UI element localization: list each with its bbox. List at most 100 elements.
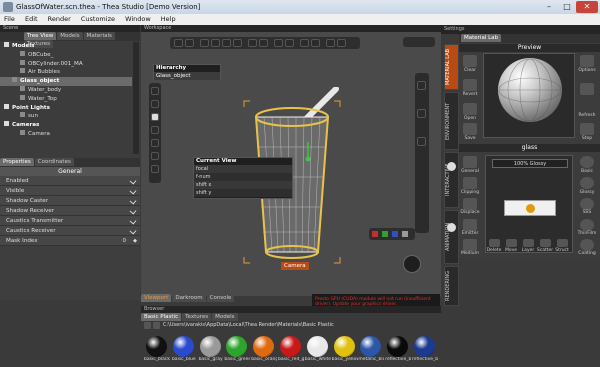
general-section-header[interactable]: General <box>0 167 140 176</box>
interactive-icon[interactable] <box>447 162 456 171</box>
checkbox-icon[interactable] <box>129 197 137 205</box>
material-swatch[interactable] <box>306 336 328 357</box>
expand-arrow-icon[interactable] <box>4 121 9 127</box>
glossy-layer[interactable]: 100% Glossy <box>492 159 568 168</box>
y-axis-icon[interactable] <box>382 231 388 237</box>
tree-item[interactable]: Water_Top <box>0 94 132 104</box>
fit-icon[interactable] <box>151 152 159 160</box>
material-preview[interactable] <box>483 53 575 138</box>
tree-item[interactable]: OBCube_ <box>0 50 132 60</box>
grid-icon[interactable] <box>259 39 268 47</box>
camera-view-icon[interactable] <box>274 39 283 47</box>
zoom-icon[interactable] <box>151 126 159 134</box>
tab-viewport[interactable]: Viewport <box>141 294 172 302</box>
rotate-gizmo-icon[interactable] <box>417 109 426 118</box>
tab-console[interactable]: Console <box>206 294 235 302</box>
menu-render[interactable]: Render <box>44 15 75 23</box>
menu-file[interactable]: File <box>0 15 19 23</box>
expand-arrow-icon[interactable] <box>4 42 9 47</box>
frame-icon[interactable] <box>151 139 159 147</box>
light-icon[interactable] <box>285 39 294 47</box>
layer-slot[interactable] <box>504 200 556 216</box>
displace-icon[interactable] <box>463 198 477 210</box>
thinfilm-icon[interactable] <box>580 219 594 231</box>
tree-item[interactable]: sun <box>0 112 132 121</box>
back-icon[interactable] <box>144 322 151 329</box>
folder-icon[interactable] <box>153 322 160 329</box>
basic-icon[interactable] <box>580 156 594 168</box>
maximize-button[interactable]: □ <box>558 1 576 13</box>
tab-properties[interactable]: Properties <box>0 158 34 166</box>
z-axis-icon[interactable] <box>392 231 398 237</box>
material-swatch[interactable] <box>199 336 221 357</box>
emitter-icon[interactable] <box>463 219 477 231</box>
checkbox-icon[interactable] <box>129 227 137 235</box>
pointer-icon[interactable] <box>151 113 159 121</box>
display-icon[interactable] <box>326 39 335 47</box>
pan-icon[interactable] <box>151 87 159 95</box>
refresh-icon[interactable] <box>580 83 594 95</box>
checkbox-icon[interactable] <box>129 187 137 195</box>
menu-window[interactable]: Window <box>121 15 155 23</box>
move-gizmo-icon[interactable] <box>417 81 426 90</box>
tree-item[interactable]: OBCylinder.001_MA <box>0 59 132 69</box>
shading-icon[interactable] <box>311 39 320 47</box>
save-icon[interactable] <box>463 123 477 135</box>
tree-item[interactable]: Camera <box>0 129 132 139</box>
tab-coordinates[interactable]: Coordinates <box>34 158 74 166</box>
clipping-icon[interactable] <box>463 177 477 189</box>
open-icon[interactable] <box>463 103 477 115</box>
current-view-row[interactable]: shift y <box>194 189 292 197</box>
hierarchy-item[interactable]: Glass_object <box>154 72 220 80</box>
redo-icon[interactable] <box>185 39 194 47</box>
scale-icon[interactable] <box>233 39 242 47</box>
coating-icon[interactable] <box>580 239 594 251</box>
tree-item[interactable]: Models <box>0 42 132 51</box>
sss-icon[interactable] <box>580 198 594 210</box>
tab-tree-view[interactable]: Tree View <box>24 32 57 40</box>
menu-customize[interactable]: Customize <box>77 15 119 23</box>
camera-label[interactable]: Camera <box>281 262 309 270</box>
move-layer-icon[interactable] <box>506 239 517 247</box>
tree-item[interactable]: Air Bubbles <box>0 68 132 77</box>
clear-icon[interactable] <box>463 55 477 67</box>
tree-item[interactable]: Glass_object <box>0 77 132 86</box>
scatter-icon[interactable] <box>540 239 551 247</box>
select-icon[interactable] <box>200 39 209 47</box>
tab-basic-plastic[interactable]: Basic Plastic <box>141 313 182 321</box>
material-swatch[interactable] <box>333 336 355 357</box>
axis-gizmo-icon[interactable] <box>403 255 421 273</box>
rotate-icon[interactable] <box>222 39 231 47</box>
tree-item[interactable]: Cameras <box>0 121 132 130</box>
minimize-button[interactable]: – <box>540 1 558 13</box>
render-region-icon[interactable] <box>300 39 309 47</box>
close-button[interactable]: ✕ <box>576 1 598 13</box>
animation-icon[interactable] <box>447 223 456 232</box>
current-view-row[interactable]: shift x <box>194 181 292 189</box>
expand-arrow-icon[interactable] <box>4 103 9 109</box>
tab-models[interactable]: Models <box>57 32 83 40</box>
mask-spinner-icon[interactable]: ◆ <box>133 236 137 246</box>
checkbox-icon[interactable] <box>129 207 137 215</box>
tree-item[interactable]: Point Lights <box>0 103 132 113</box>
vtab-material-lab[interactable]: MATERIAL LAB <box>444 44 459 90</box>
snap-icon[interactable] <box>248 39 257 47</box>
tab-darkroom[interactable]: Darkroom <box>172 294 206 302</box>
vtab-interactive[interactable]: INTERACTIVE <box>444 152 459 208</box>
scale-gizmo-icon[interactable] <box>417 137 426 146</box>
stop-icon[interactable] <box>580 123 594 135</box>
checkbox-icon[interactable] <box>129 177 137 185</box>
vtab-environment[interactable]: ENVIRONMENT <box>444 92 459 150</box>
menu-edit[interactable]: Edit <box>21 15 42 23</box>
view-controls[interactable] <box>403 37 435 47</box>
current-view-row[interactable]: focal <box>194 165 292 173</box>
tree-item[interactable]: Water_body <box>0 85 132 95</box>
material-swatch[interactable] <box>280 336 301 357</box>
delete-icon[interactable] <box>489 239 500 247</box>
checkbox-icon[interactable] <box>129 217 137 225</box>
undo-icon[interactable] <box>174 39 183 47</box>
glossy-icon[interactable] <box>580 177 594 189</box>
mask-index-value[interactable]: 0 <box>122 236 126 246</box>
move-icon[interactable] <box>211 39 220 47</box>
tab-materials[interactable]: Materials <box>83 32 115 40</box>
